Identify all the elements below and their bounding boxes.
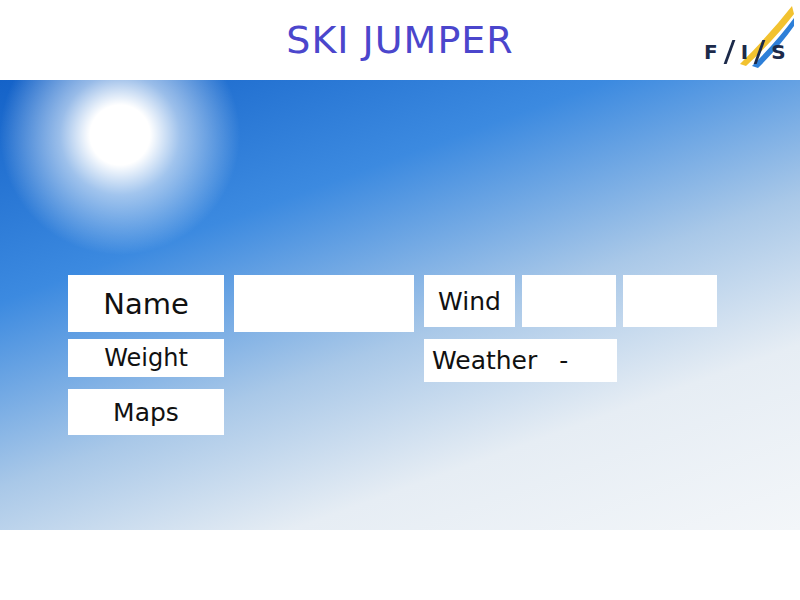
maps-button[interactable]: Maps [68, 389, 224, 435]
logo-slash [723, 40, 735, 64]
name-label: Name [68, 275, 224, 332]
logo-letter: I [741, 42, 748, 62]
title: SKI JUMPER [286, 18, 513, 62]
ski-jumper-screen: SKI JUMPER F I S Name Wind Weight Weather- Maps [0, 0, 800, 600]
header: SKI JUMPER F I S [0, 0, 800, 80]
weather-value: - [559, 346, 568, 375]
fis-logo: FIS [700, 4, 794, 70]
logo-letter: S [771, 42, 785, 62]
logo-slash [754, 40, 766, 64]
wind-label: Wind [424, 275, 515, 327]
wind-field[interactable] [522, 275, 616, 327]
logo-letter: F [704, 42, 718, 62]
snow-photo: Name Wind Weight Weather- Maps [0, 80, 800, 530]
weight-button[interactable]: Weight [68, 339, 224, 377]
name-field[interactable] [234, 275, 414, 332]
weather-label: Weather [432, 346, 537, 375]
wind-field[interactable] [623, 275, 717, 327]
wind-group: Wind [424, 275, 719, 327]
setup-form: Name Wind Weight Weather- Maps [68, 275, 800, 435]
weather-field[interactable]: Weather- [424, 339, 617, 382]
